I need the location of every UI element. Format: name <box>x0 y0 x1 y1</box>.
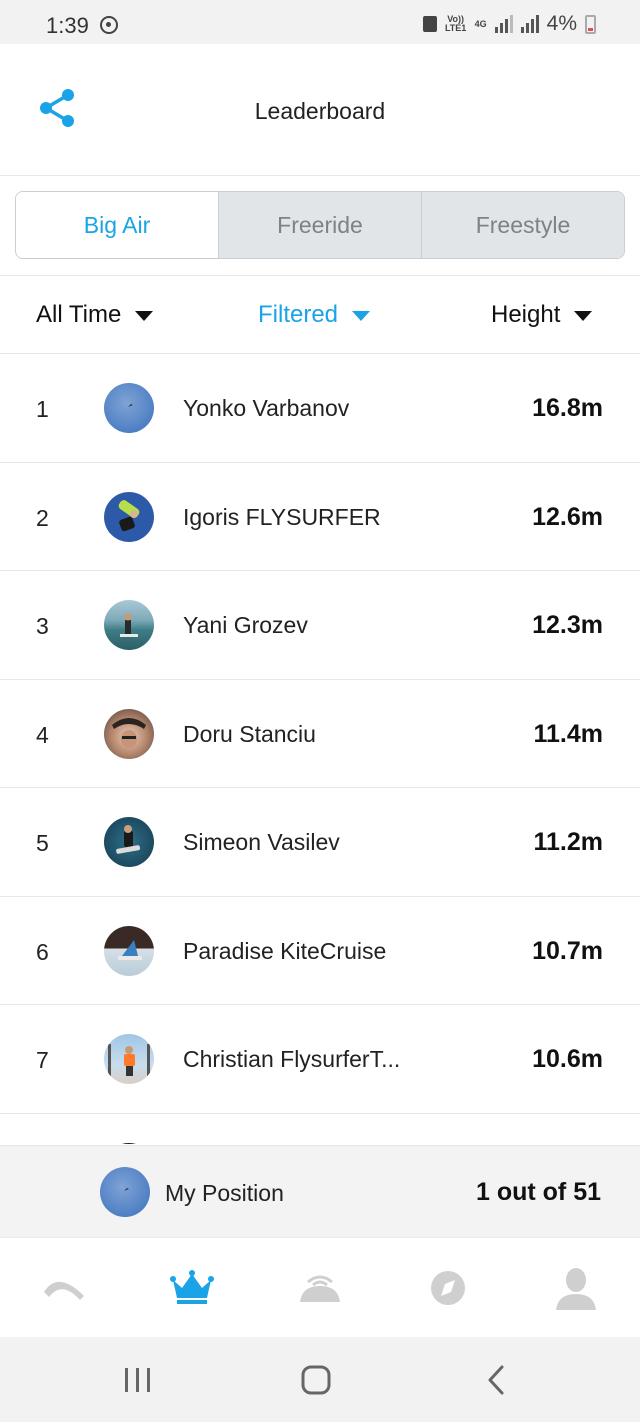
leaderboard-row[interactable]: 3 Yani Grozev 12.3m <box>0 571 640 680</box>
caret-down-icon <box>135 311 154 321</box>
crown-icon <box>170 1270 214 1304</box>
rider-height: 12.6m <box>532 502 603 531</box>
discipline-tabs-container: Big Air Freeride Freestyle <box>0 176 640 276</box>
leaderboard-row[interactable]: 2 Igoris FLYSURFER 12.6m <box>0 463 640 571</box>
rider-height: 10.7m <box>532 936 603 965</box>
compass-icon <box>431 1271 465 1305</box>
avatar <box>104 600 154 650</box>
system-nav-bar <box>0 1337 640 1422</box>
tab-freestyle[interactable]: Freestyle <box>421 192 624 258</box>
rider-name: Yani Grozev <box>183 612 308 638</box>
nav-explore[interactable] <box>424 1266 472 1310</box>
rider-name: Paradise KiteCruise <box>183 937 387 964</box>
rank: 5 <box>36 830 49 856</box>
rank: 3 <box>36 613 49 639</box>
rank: 6 <box>36 938 49 965</box>
rank: 2 <box>36 504 49 531</box>
avatar <box>104 491 154 542</box>
leaderboard-row[interactable]: 1 Yonko Varbanov 16.8m <box>0 354 640 463</box>
nav-sessions[interactable] <box>40 1266 88 1310</box>
filter-bar: All Time Filtered Height <box>0 276 640 354</box>
avatar <box>104 1034 154 1084</box>
avatar <box>104 925 154 976</box>
status-bar: 1:39 Vo)) LTE1 4G 4% <box>0 0 640 44</box>
rider-name: Christian FlysurferT... <box>183 1046 401 1072</box>
filter-dropdown[interactable]: Filtered <box>258 301 371 329</box>
signal-icon <box>494 15 513 33</box>
profile-icon <box>556 1268 596 1310</box>
period-dropdown[interactable]: All Time <box>36 301 154 329</box>
status-indicators: Vo)) LTE1 4G 4% <box>422 12 596 36</box>
my-avatar <box>100 1167 150 1217</box>
leaderboard-row[interactable]: 5 Simeon Vasilev 11.2m <box>0 788 640 897</box>
battery-percent: 4% <box>546 12 577 35</box>
recent-apps-button[interactable] <box>118 1363 158 1397</box>
back-icon <box>488 1365 504 1395</box>
status-time: 1:39 <box>46 13 89 38</box>
rider-height: 12.3m <box>532 611 603 639</box>
avatar <box>104 1142 154 1144</box>
rider-name: Simeon Vasilev <box>183 829 340 855</box>
my-position-value: 1 out of 51 <box>475 1178 601 1206</box>
rider-name: Doru Stanciu <box>183 720 316 747</box>
network-type-indicator: 4G <box>474 18 487 29</box>
leaderboard-row[interactable]: 4 Doru Stanciu 11.4m <box>0 680 640 788</box>
rank: 4 <box>36 721 49 748</box>
nav-device[interactable] <box>296 1266 344 1310</box>
home-icon <box>301 1365 331 1395</box>
avatar <box>104 708 154 759</box>
tab-freeride[interactable]: Freeride <box>218 192 421 258</box>
rider-height: 11.4m <box>533 719 603 748</box>
caret-down-icon <box>574 311 593 321</box>
metric-label: Height <box>491 301 561 328</box>
lock-icon <box>422 16 437 32</box>
sync-status-icon <box>100 16 118 34</box>
discipline-tabs: Big Air Freeride Freestyle <box>15 191 625 259</box>
leaderboard-row-partial[interactable] <box>0 1114 640 1144</box>
period-label: All Time <box>36 301 122 328</box>
back-button[interactable] <box>476 1363 516 1397</box>
rider-height: 11.2m <box>533 828 603 856</box>
rider-name: Yonko Varbanov <box>183 395 350 421</box>
app-header: Leaderboard <box>0 44 640 176</box>
avatar <box>104 817 154 867</box>
leaderboard-list: 1 Yonko Varbanov 16.8m 2 Igoris FLYSURFE… <box>0 354 640 1144</box>
rank: 7 <box>36 1047 49 1073</box>
leaderboard-row[interactable]: 7 Christian FlysurferT... 10.6m <box>0 1005 640 1114</box>
rider-height: 16.8m <box>532 394 603 422</box>
recent-apps-icon <box>125 1368 150 1392</box>
kite-icon <box>44 1281 84 1300</box>
rank: 1 <box>36 396 49 422</box>
home-button[interactable] <box>296 1363 336 1397</box>
rider-height: 10.6m <box>532 1045 603 1073</box>
volte-indicator: Vo)) LTE1 <box>444 14 467 33</box>
signal-icon-2 <box>520 15 539 33</box>
leaderboard-row[interactable]: 6 Paradise KiteCruise 10.7m <box>0 897 640 1005</box>
nav-profile[interactable] <box>552 1266 600 1310</box>
bottom-nav <box>0 1237 640 1337</box>
dome-icon <box>300 1275 340 1302</box>
avatar <box>104 383 154 433</box>
filter-label: Filtered <box>258 301 339 328</box>
my-position-label: My Position <box>165 1180 284 1206</box>
caret-down-icon <box>352 311 371 321</box>
nav-leaderboard[interactable] <box>168 1266 216 1310</box>
tab-big-air[interactable]: Big Air <box>16 192 218 258</box>
metric-dropdown[interactable]: Height <box>491 301 593 329</box>
page-title: Leaderboard <box>254 98 386 124</box>
battery-icon <box>585 14 596 34</box>
my-position-bar[interactable]: My Position 1 out of 51 <box>0 1145 640 1237</box>
rider-name: Igoris FLYSURFER <box>183 503 381 530</box>
